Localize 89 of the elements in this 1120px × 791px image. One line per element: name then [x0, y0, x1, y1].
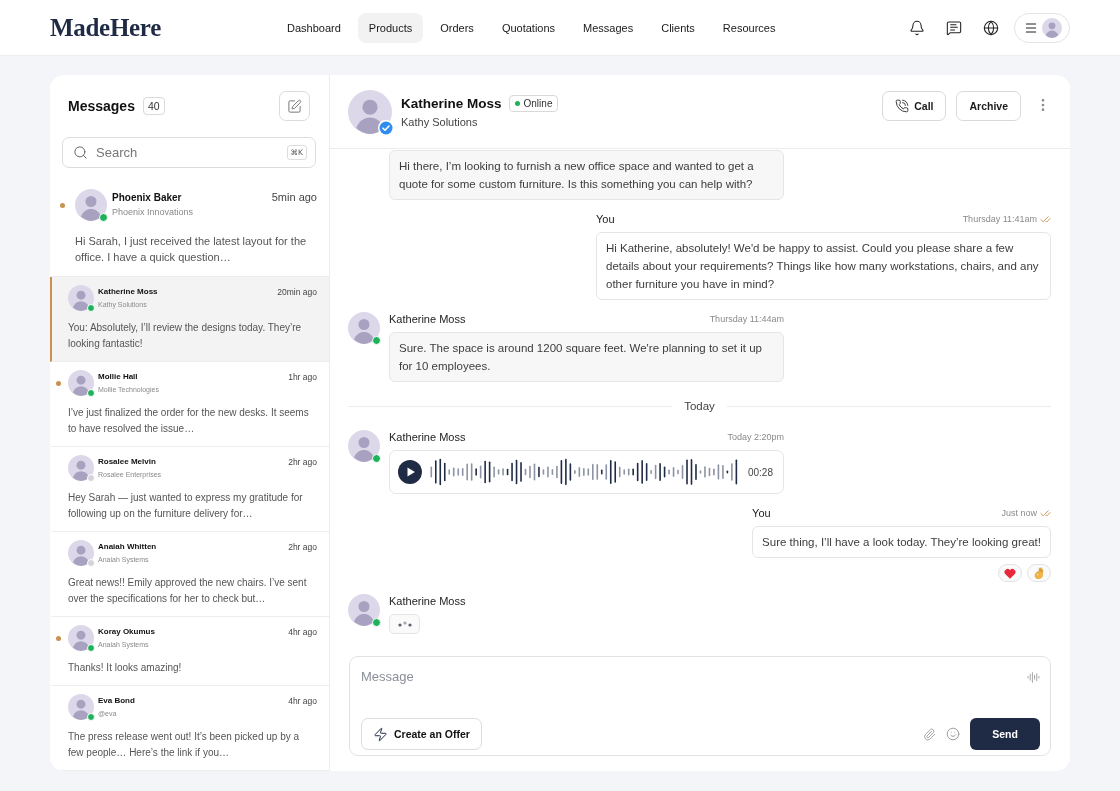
contact-name: Mollie Hall [98, 372, 139, 382]
reaction-button[interactable] [998, 564, 1022, 582]
message-sender: You [596, 213, 615, 225]
audio-wave-icon[interactable] [1027, 671, 1040, 684]
smiley-icon[interactable] [946, 727, 960, 741]
status-label: Online [523, 97, 553, 110]
nav-link[interactable]: Clients [650, 12, 706, 43]
message-preview: I’ve just finalized the order for the new desks. It seems to have resolved the issue… [68, 406, 310, 436]
message-preview: Thanks! It looks amazing! [68, 661, 183, 675]
chat-icon[interactable] [946, 19, 962, 36]
avatar-icon [68, 370, 94, 396]
message-time: 20min ago [277, 287, 317, 297]
avatar-icon [75, 189, 107, 221]
pen-square-icon [287, 98, 302, 114]
message-time: 1hr ago [288, 372, 317, 382]
message-input[interactable]: Message [361, 667, 1017, 703]
message-preview: Great news!! Emily approved the new chairs. I’ve sent over the specifications for her to check but… [68, 576, 308, 606]
play-icon[interactable] [398, 460, 422, 484]
typing-dots-icon [397, 621, 412, 627]
lightning-icon [373, 726, 388, 742]
message-sender: Katherine Moss [389, 431, 466, 443]
search-input[interactable]: Search [96, 145, 279, 160]
heart-icon [1004, 567, 1016, 579]
search-icon [73, 145, 88, 160]
avatar-icon [348, 430, 380, 462]
avatar-icon [348, 312, 380, 344]
contact-company: Kathy Solutions [401, 116, 479, 128]
account-menu-button[interactable] [1014, 12, 1070, 43]
message-sender: You [752, 507, 771, 519]
message-time: 2hr ago [288, 542, 317, 552]
nav-link[interactable]: Messages [572, 12, 645, 43]
contact-name: Rosalee Melvin [98, 457, 157, 467]
message-preview: Hi Sarah, I just received the latest layout for the office. I have a quick question… [75, 234, 308, 265]
avatar-icon [68, 455, 94, 481]
message-time: Today 2:20pm [727, 432, 784, 442]
message-time: 4hr ago [288, 696, 317, 706]
contact-company: Phoenix Innovations [112, 207, 194, 218]
message-sender: Katherine Moss [389, 313, 466, 325]
ok-hand-icon [1033, 567, 1045, 579]
avatar-icon [68, 694, 94, 720]
logo[interactable]: MadeHere [50, 13, 161, 42]
avatar-icon [68, 625, 94, 651]
message-preview: You: Absolutely, I’ll review the designs today. They’re looking fantastic! [68, 321, 303, 351]
nav-link[interactable]: Resources [711, 12, 787, 43]
nav-link[interactable]: Dashboard [276, 12, 352, 43]
contact-name: Katherine Moss [401, 96, 502, 111]
message-bubble: Sure. The space is around 1200 square feet. We're planning to set it up for 10 employees. [389, 332, 784, 382]
message-time: 5min ago [271, 191, 317, 203]
avatar-icon [1042, 17, 1062, 38]
avatar-icon [68, 540, 94, 566]
message-preview: The press release went out! It’s been picked up by a few people… Here’s the link if you… [68, 730, 301, 760]
paperclip-icon[interactable] [923, 727, 936, 741]
nav-link[interactable]: Products [357, 12, 424, 43]
message-time: 4hr ago [288, 627, 317, 637]
message-sender: Katherine Moss [389, 595, 466, 607]
nav-link[interactable]: Orders [429, 12, 485, 43]
avatar-icon [348, 594, 380, 626]
date-divider-label: Today [684, 400, 715, 412]
contact-name: Anaiah Whitten [98, 542, 157, 552]
message-bubble: Hi there, I’m looking to furnish a new office space and wanted to get a quote for some custom furniture. Is this something you can help with? [389, 150, 784, 200]
contact-name: Katherine Moss [98, 287, 158, 297]
message-time: Thursday 11:44am [709, 314, 784, 324]
inbox-title: Messages [68, 98, 135, 114]
message-composer[interactable]: Message Create an Offer Send [349, 656, 1051, 756]
voice-duration: 00:28 [747, 466, 773, 478]
send-button[interactable]: Send [970, 718, 1040, 750]
message-count-badge: 40 [142, 96, 165, 116]
contact-name: Eva Bond [98, 696, 135, 706]
message-preview: Hey Sarah — just wanted to express my gratitude for following up on the furniture delivery for… [68, 491, 304, 521]
contact-name: Koray Okumus [98, 627, 155, 637]
call-button[interactable]: Call [882, 91, 947, 121]
avatar-icon [68, 285, 94, 311]
bell-icon[interactable] [909, 19, 925, 36]
globe-icon[interactable] [983, 19, 999, 36]
status-dot-icon [514, 101, 520, 106]
message-time: Thursday 11:41am [962, 214, 1037, 224]
create-offer-button[interactable]: Create an Offer [361, 718, 482, 750]
action-button[interactable]: Archive [956, 91, 1021, 121]
avatar-icon [348, 89, 392, 134]
message-time: Just now [1001, 508, 1037, 518]
message-bubble: Sure thing, I’ll have a look today. They’re looking great! [752, 526, 1051, 558]
message-time: 2hr ago [288, 457, 317, 467]
compose-button[interactable] [279, 91, 310, 121]
message-bubble: Hi Katherine, absolutely! We'd be happy to assist. Could you please share a few details about your requirements? Things like how many workstations, chairs, and any other furniture you have in mind? [596, 232, 1051, 300]
contact-name: Phoenix Baker [112, 192, 183, 205]
nav-link[interactable]: Quotations [490, 12, 567, 43]
reaction-button[interactable] [1027, 564, 1051, 582]
menu-icon [1024, 20, 1038, 35]
phone-icon [895, 99, 910, 113]
